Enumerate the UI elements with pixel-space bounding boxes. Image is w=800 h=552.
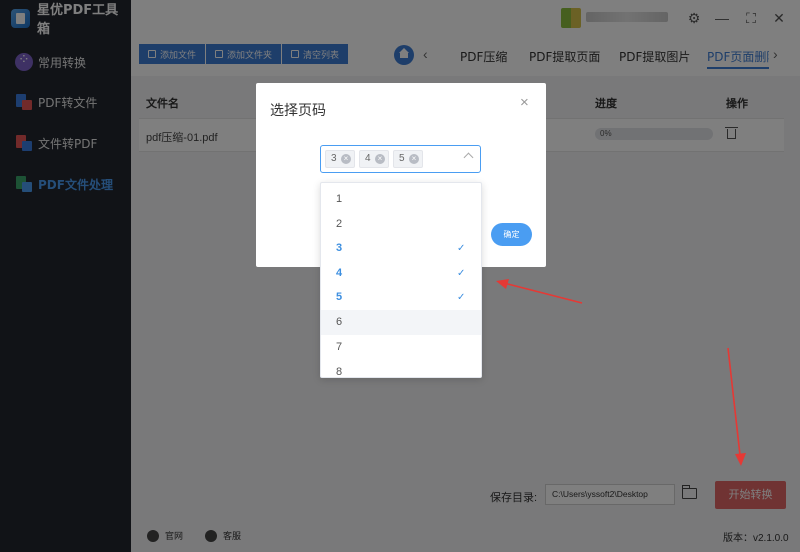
- close-icon[interactable]: ×: [520, 94, 529, 111]
- chevron-up-icon[interactable]: [463, 152, 474, 163]
- remove-tag-icon[interactable]: ×: [341, 154, 351, 164]
- option-label: 1: [336, 193, 343, 205]
- tag-label: 4: [365, 153, 371, 164]
- confirm-button[interactable]: 确定: [491, 223, 532, 246]
- check-icon: ✓: [457, 268, 466, 279]
- page-options-dropdown: 1 2 3 ✓ 4 ✓ 5 ✓ 6 7 8: [320, 182, 482, 378]
- remove-tag-icon[interactable]: ×: [375, 154, 385, 164]
- option-item[interactable]: 7: [321, 335, 481, 360]
- remove-tag-icon[interactable]: ×: [409, 154, 419, 164]
- option-label: 6: [336, 316, 343, 328]
- option-item[interactable]: 8: [321, 360, 481, 378]
- dialog-title: 选择页码: [270, 103, 326, 119]
- check-icon: ✓: [457, 292, 466, 303]
- option-item[interactable]: 1: [321, 187, 481, 212]
- option-item[interactable]: 6: [321, 310, 481, 335]
- option-label: 8: [336, 366, 343, 378]
- page-multiselect[interactable]: 3 × 4 × 5 ×: [320, 145, 481, 173]
- selected-tag: 3 ×: [325, 150, 355, 168]
- tag-label: 5: [399, 153, 405, 164]
- option-item[interactable]: 5 ✓: [321, 285, 481, 310]
- option-label: 5: [336, 291, 343, 303]
- option-label: 3: [336, 242, 343, 254]
- selected-tag: 4 ×: [359, 150, 389, 168]
- tag-label: 3: [331, 153, 337, 164]
- option-label: 4: [336, 267, 343, 279]
- option-label: 7: [336, 341, 343, 353]
- selected-tag: 5 ×: [393, 150, 423, 168]
- option-item[interactable]: 3 ✓: [321, 236, 481, 261]
- option-item[interactable]: 4 ✓: [321, 261, 481, 286]
- check-icon: ✓: [457, 243, 466, 254]
- option-item[interactable]: 2: [321, 212, 481, 237]
- option-label: 2: [336, 218, 343, 230]
